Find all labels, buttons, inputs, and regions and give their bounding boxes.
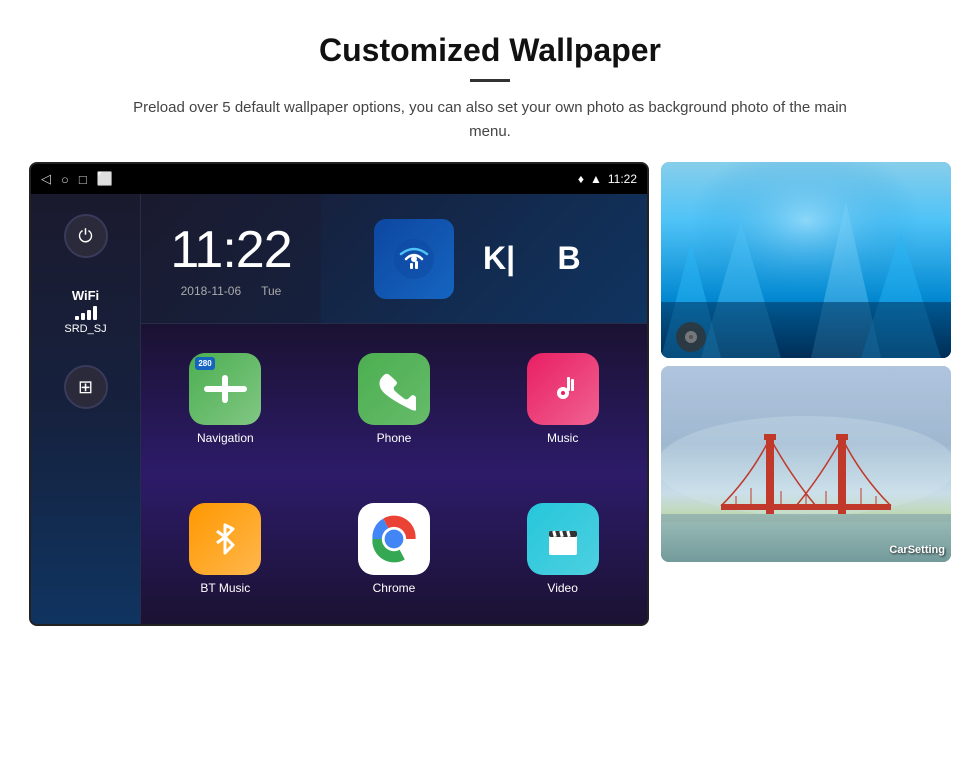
map-inner: 280 (189, 353, 261, 425)
btmusic-app-icon (189, 503, 261, 575)
phone-app-label: Phone (377, 431, 412, 445)
power-button[interactable]: ⏻ (64, 214, 108, 258)
chrome-app-icon (358, 503, 430, 575)
app-cell-phone[interactable]: Phone (310, 324, 479, 474)
k-letter: K| (483, 240, 515, 277)
clock-day-value: Tue (261, 284, 281, 298)
video-app-label: Video (547, 581, 577, 595)
app-cell-chrome[interactable]: Chrome (310, 474, 479, 624)
back-nav-icon[interactable]: ◁ (41, 171, 51, 187)
wifi-bar-3 (87, 310, 91, 320)
phone-icon-svg (372, 367, 416, 411)
recent-nav-icon[interactable]: □ (79, 172, 87, 187)
page-header: Customized Wallpaper Preload over 5 defa… (0, 0, 980, 162)
center-content: 11:22 2018-11-06 Tue (141, 194, 647, 624)
wifi-widget[interactable] (374, 219, 454, 299)
wifi-bar-1 (75, 316, 79, 320)
map-road-v (222, 375, 228, 404)
location-icon: ♦ (578, 172, 584, 186)
video-app-icon (527, 503, 599, 575)
wallpaper-previews: CarSetting (661, 162, 951, 562)
music-app-label: Music (547, 431, 578, 445)
b-app-widget[interactable]: B (544, 234, 594, 284)
chrome-icon-svg (364, 509, 424, 569)
status-left: ◁ ○ □ ⬜ (41, 171, 113, 187)
content-area: ◁ ○ □ ⬜ ♦ ▲ 11:22 ⏻ WiFi (0, 162, 980, 758)
wifi-info: WiFi SRD_SJ (64, 288, 106, 335)
wifi-bar-2 (81, 313, 85, 320)
music-app-icon (527, 353, 599, 425)
wallpaper-card-ice[interactable] (661, 162, 951, 358)
grid-button[interactable]: ⊞ (64, 365, 108, 409)
wifi-bars (75, 306, 97, 320)
ice-svg (661, 162, 951, 358)
status-right: ♦ ▲ 11:22 (578, 172, 637, 186)
page-title: Customized Wallpaper (80, 32, 900, 69)
video-inner (527, 503, 599, 575)
clock-row: 11:22 2018-11-06 Tue (141, 194, 647, 324)
widget-section: K| B (321, 194, 647, 323)
navigation-app-icon: 280 (189, 353, 261, 425)
b-letter: B (557, 240, 580, 277)
k-app-widget[interactable]: K| (474, 234, 524, 284)
clock-section: 11:22 2018-11-06 Tue (141, 194, 321, 323)
music-icon-svg (541, 367, 585, 411)
signal-icon: ▲ (590, 172, 602, 186)
video-icon-svg (541, 517, 585, 561)
signal-wifi-icon (390, 235, 438, 283)
android-device: ◁ ○ □ ⬜ ♦ ▲ 11:22 ⏻ WiFi (29, 162, 649, 626)
clock-date: 2018-11-06 Tue (181, 284, 282, 298)
app-cell-btmusic[interactable]: BT Music (141, 474, 310, 624)
map-shield: 280 (195, 357, 214, 370)
screen-content: ⏻ WiFi SRD_SJ ⊞ (31, 194, 647, 624)
wifi-network: SRD_SJ (64, 323, 106, 335)
wallpaper-bridge: CarSetting (661, 366, 951, 562)
clock-time: 11:22 (170, 220, 291, 280)
wallpaper-ice (661, 162, 951, 358)
bluetooth-icon-svg (203, 517, 247, 561)
wallpaper-card-bridge[interactable]: CarSetting (661, 366, 951, 562)
bt-inner (189, 503, 261, 575)
bridge-svg (661, 366, 951, 562)
home-nav-icon[interactable]: ○ (61, 172, 69, 187)
left-sidebar: ⏻ WiFi SRD_SJ ⊞ (31, 194, 141, 624)
status-time: 11:22 (608, 172, 637, 186)
screenshot-nav-icon[interactable]: ⬜ (97, 171, 113, 187)
btmusic-app-label: BT Music (200, 581, 250, 595)
app-cell-navigation[interactable]: 280 Navigation (141, 324, 310, 474)
title-divider (470, 79, 510, 82)
clock-date-value: 2018-11-06 (181, 284, 242, 298)
page-description: Preload over 5 default wallpaper options… (130, 96, 850, 144)
status-bar: ◁ ○ □ ⬜ ♦ ▲ 11:22 (31, 164, 647, 194)
phone-app-icon (358, 353, 430, 425)
navigation-app-label: Navigation (197, 431, 254, 445)
wifi-label: WiFi (72, 288, 99, 303)
app-cell-music[interactable]: Music (478, 324, 647, 474)
app-cell-video[interactable]: Video (478, 474, 647, 624)
wifi-bar-4 (93, 306, 97, 320)
chrome-app-label: Chrome (373, 581, 416, 595)
carsetting-label: CarSetting (889, 544, 945, 556)
app-grid: 280 Navigation Phone (141, 324, 647, 624)
